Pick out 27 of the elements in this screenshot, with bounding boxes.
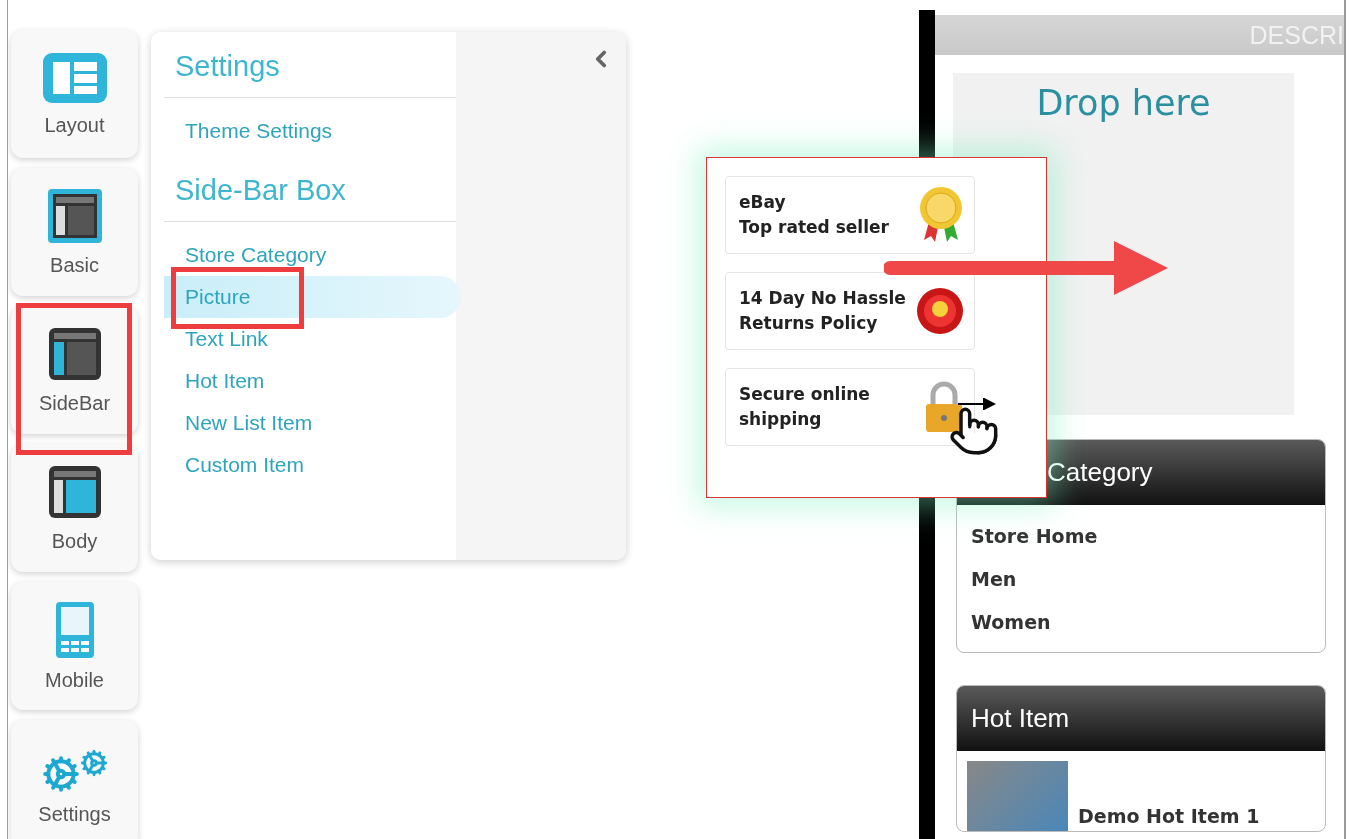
drag-arrow — [958, 398, 996, 410]
badge-text: Secure online shipping — [739, 383, 870, 431]
nav-tile[interactable]: Settings — [11, 720, 138, 839]
category-link[interactable]: Men — [957, 556, 1325, 599]
category-link[interactable]: Store Home — [957, 505, 1325, 556]
padlock-icon — [924, 381, 964, 433]
badge-card[interactable]: eBay Top rated seller — [725, 176, 975, 254]
badge-card[interactable]: 14 Day No Hassle Returns Policy — [725, 272, 975, 350]
box-title: Hot Item — [957, 686, 1325, 751]
body-layout-icon — [46, 463, 103, 520]
hand-cursor-icon — [948, 405, 1000, 457]
mobile-phone-icon — [54, 600, 95, 659]
item-name[interactable]: Demo Hot Item 1 — [1078, 805, 1260, 831]
nav-tile[interactable]: Mobile — [11, 582, 138, 710]
sidebar-layout-icon — [46, 325, 103, 382]
badge-text: 14 Day No Hassle Returns Policy — [739, 287, 906, 335]
guarantee-badge-icon — [916, 287, 964, 335]
nav-tile[interactable]: Basic — [11, 168, 138, 296]
category-link[interactable]: Women — [957, 599, 1325, 642]
layout-icon — [41, 51, 108, 104]
badge-card[interactable]: Secure online shipping — [725, 368, 975, 446]
nav-tile[interactable]: Body — [11, 444, 138, 572]
award-seal-icon — [918, 186, 964, 244]
nav-tile[interactable]: Layout — [11, 30, 138, 158]
nav-tile[interactable]: SideBar — [11, 306, 138, 434]
badge-text: eBay Top rated seller — [739, 191, 889, 239]
basic-layout-icon — [46, 187, 103, 244]
